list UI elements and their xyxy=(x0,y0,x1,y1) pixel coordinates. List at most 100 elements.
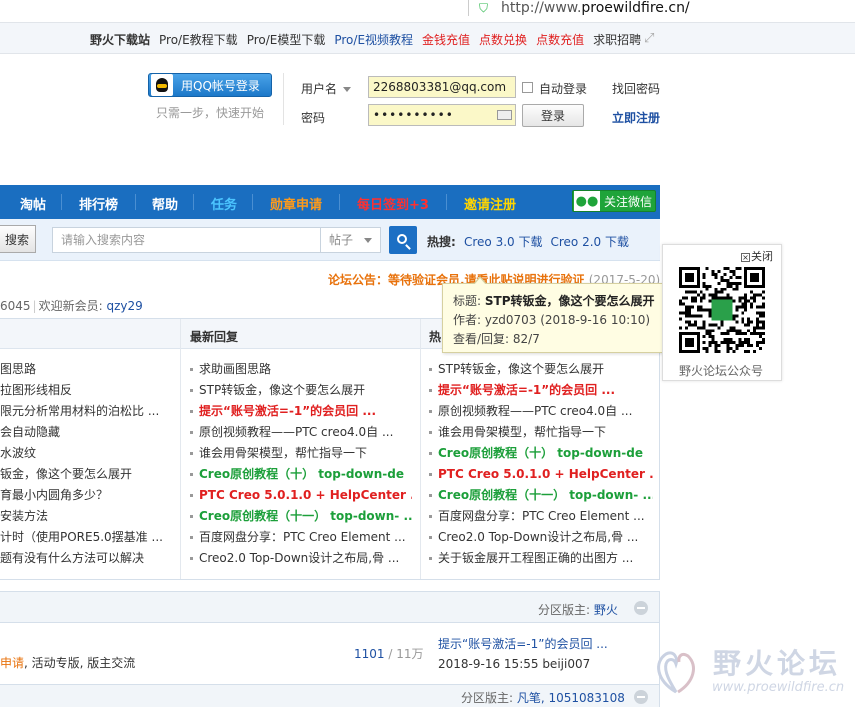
post-title[interactable]: STP转钣金，像这个要怎么展开 xyxy=(199,383,365,397)
list-item[interactable]: 计时（使用PORE5.0摆基准 ... xyxy=(0,527,175,548)
post-title[interactable]: 图思路 xyxy=(0,362,36,376)
list-item[interactable]: Creo原创教程（十一） top-down- ... xyxy=(190,506,412,527)
sub-forums[interactable]: 申请, 活动专版, 版主交流 xyxy=(0,654,135,671)
top-nav-link[interactable]: 求职招聘 xyxy=(593,31,641,48)
list-item[interactable]: Creo原创教程（十一） top-down- ... xyxy=(429,485,653,506)
post-title[interactable]: 百度网盘分享：PTC Creo Element ... xyxy=(438,509,645,523)
list-item[interactable]: PTC Creo 5.0.1.0 + HelpCenter ... xyxy=(190,485,412,506)
nav-item[interactable]: 排行榜 xyxy=(79,194,118,213)
list-item[interactable]: 限元分析常用材料的泊松比 ... xyxy=(0,401,175,422)
post-title[interactable]: Creo原创教程（十） top-down-de xyxy=(438,446,643,460)
list-item[interactable]: 拉图形线相反 xyxy=(0,380,175,401)
search-submit-button[interactable] xyxy=(389,226,417,254)
post-title[interactable]: 安装方法 xyxy=(0,509,48,523)
post-title[interactable]: 关于钣金展开工程图正确的出图方 ... xyxy=(438,551,633,565)
search-type-select[interactable]: 帖子 xyxy=(320,227,381,253)
post-title[interactable]: 钣金，像这个要怎么展开 xyxy=(0,467,132,481)
new-member-link[interactable]: qzy29 xyxy=(106,299,142,313)
list-item[interactable]: 谁会用骨架模型，帮忙指导一下 xyxy=(190,443,412,464)
qq-login-button[interactable]: 用QQ帐号登录 xyxy=(148,73,272,97)
list-item[interactable]: 原创视频教程——PTC creo4.0自 ... xyxy=(190,422,412,443)
login-button[interactable]: 登录 xyxy=(522,104,584,127)
post-title[interactable]: 计时（使用PORE5.0摆基准 ... xyxy=(0,530,163,544)
nav-item[interactable]: 每日签到+3 xyxy=(357,194,429,213)
search-button[interactable]: 搜索 xyxy=(0,225,36,253)
browser-url-bar[interactable]: ⛉ http://www.proewildfire.cn/ xyxy=(468,0,855,16)
top-nav-link[interactable]: 点数兑换 xyxy=(479,31,527,48)
post-title[interactable]: 限元分析常用材料的泊松比 ... xyxy=(0,404,159,418)
top-nav-link[interactable]: Pro/E视频教程 xyxy=(334,31,413,48)
nav-item[interactable]: 邀请注册 xyxy=(464,194,516,213)
list-item[interactable]: PTC Creo 5.0.1.0 + HelpCenter ... xyxy=(429,464,653,485)
top-nav-link[interactable]: Pro/E教程下载 xyxy=(159,31,238,48)
nav-item[interactable]: 帮助 xyxy=(152,194,178,213)
list-item[interactable]: 求助画图思路 xyxy=(190,359,412,380)
post-title[interactable]: 题有没有什么方法可以解决 xyxy=(0,551,144,565)
qr-close-button[interactable]: × 关闭 xyxy=(741,248,773,264)
post-title[interactable]: 提示“账号激活=-1”的会员回 ... xyxy=(438,383,615,397)
hot-search-link[interactable]: Creo 2.0 下载 xyxy=(551,233,630,250)
list-item[interactable]: Creo原创教程（十） top-down-de xyxy=(429,443,653,464)
forgot-password-link[interactable]: 找回密码 xyxy=(612,80,660,97)
list-item[interactable]: STP转钣金，像这个要怎么展开 xyxy=(190,380,412,401)
list-item[interactable]: 百度网盘分享：PTC Creo Element ... xyxy=(429,506,653,527)
top-nav-link[interactable]: 点数充值 xyxy=(536,31,584,48)
nav-separator xyxy=(446,194,447,210)
post-title[interactable]: 拉图形线相反 xyxy=(0,383,72,397)
list-item[interactable]: 谁会用骨架模型，帮忙指导一下 xyxy=(429,422,653,443)
post-title[interactable]: Creo原创教程（十） top-down-de xyxy=(199,467,404,481)
username-label[interactable]: 用户名 xyxy=(301,80,352,97)
post-title[interactable]: 谁会用骨架模型，帮忙指导一下 xyxy=(438,425,606,439)
post-title[interactable]: STP转钣金，像这个要怎么展开 xyxy=(438,362,604,376)
post-title[interactable]: 育最小内圆角多少？ xyxy=(0,488,108,502)
auto-login-label[interactable]: 自动登录 xyxy=(539,80,587,97)
list-item[interactable]: 会自动隐藏 xyxy=(0,422,175,443)
post-title[interactable]: Creo2.0 Top-Down设计之布局,骨 ... xyxy=(438,530,638,544)
list-item[interactable]: Creo原创教程（十） top-down-de xyxy=(190,464,412,485)
last-post[interactable]: 提示“账号激活=-1”的会员回 ... 2018-9-16 15:55 beij… xyxy=(438,634,608,674)
post-title[interactable]: PTC Creo 5.0.1.0 + HelpCenter ... xyxy=(438,467,653,481)
list-item[interactable]: 提示“账号激活=-1”的会员回 ... xyxy=(429,380,653,401)
nav-item[interactable]: 淘帖 xyxy=(20,194,46,213)
list-item[interactable]: 关于钣金展开工程图正确的出图方 ... xyxy=(429,548,653,569)
expand-icon[interactable]: ⤢ xyxy=(644,32,658,46)
list-item[interactable]: 水波纹 xyxy=(0,443,175,464)
list-item[interactable]: Creo2.0 Top-Down设计之布局,骨 ... xyxy=(429,527,653,548)
post-title[interactable]: 会自动隐藏 xyxy=(0,425,60,439)
nav-item[interactable]: 任务 xyxy=(211,194,237,213)
post-title[interactable]: 百度网盘分享：PTC Creo Element ... xyxy=(199,530,406,544)
top-nav-link[interactable]: 野火下载站 xyxy=(90,31,150,48)
list-item[interactable]: STP转钣金，像这个要怎么展开 xyxy=(429,359,653,380)
list-item[interactable]: 图思路 xyxy=(0,359,175,380)
post-title[interactable]: 谁会用骨架模型，帮忙指导一下 xyxy=(199,446,367,460)
list-item[interactable]: 安装方法 xyxy=(0,506,175,527)
follow-wechat-button[interactable]: ●● 关注微信 xyxy=(572,190,656,212)
auto-login-checkbox[interactable] xyxy=(522,82,533,93)
register-link[interactable]: 立即注册 xyxy=(612,109,660,126)
list-item[interactable]: 育最小内圆角多少？ xyxy=(0,485,175,506)
list-item[interactable]: Creo2.0 Top-Down设计之布局,骨 ... xyxy=(190,548,412,569)
post-title[interactable]: 求助画图思路 xyxy=(199,362,271,376)
list-item[interactable]: 百度网盘分享：PTC Creo Element ... xyxy=(190,527,412,548)
post-title[interactable]: PTC Creo 5.0.1.0 + HelpCenter ... xyxy=(199,488,412,502)
bullet-icon xyxy=(190,410,193,413)
post-title[interactable]: Creo原创教程（十一） top-down- ... xyxy=(438,488,653,502)
post-title[interactable]: 原创视频教程——PTC creo4.0自 ... xyxy=(199,425,393,439)
post-title[interactable]: Creo原创教程（十一） top-down- ... xyxy=(199,509,412,523)
post-title[interactable]: 水波纹 xyxy=(0,446,36,460)
search-input[interactable]: 请输入搜索内容 xyxy=(52,227,320,253)
list-item[interactable]: 提示“账号激活=-1”的会员回 ... xyxy=(190,401,412,422)
top-nav-link[interactable]: Pro/E模型下载 xyxy=(247,31,326,48)
nav-item[interactable]: 勋章申请 xyxy=(270,194,322,213)
post-title[interactable]: 提示“账号激活=-1”的会员回 ... xyxy=(199,404,376,418)
password-input[interactable]: •••••••••• xyxy=(368,104,516,126)
hot-search-link[interactable]: Creo 3.0 下载 xyxy=(464,233,543,250)
list-item[interactable]: 钣金，像这个要怎么展开 xyxy=(0,464,175,485)
post-title[interactable]: Creo2.0 Top-Down设计之布局,骨 ... xyxy=(199,551,399,565)
post-title[interactable]: 原创视频教程——PTC creo4.0自 ... xyxy=(438,404,632,418)
list-item[interactable]: 原创视频教程——PTC creo4.0自 ... xyxy=(429,401,653,422)
username-input[interactable]: 2268803381@qq.com xyxy=(368,76,516,98)
list-item[interactable]: 题有没有什么方法可以解决 xyxy=(0,548,175,569)
top-nav-link[interactable]: 金钱充值 xyxy=(422,31,470,48)
collapse-icon[interactable] xyxy=(634,601,648,615)
